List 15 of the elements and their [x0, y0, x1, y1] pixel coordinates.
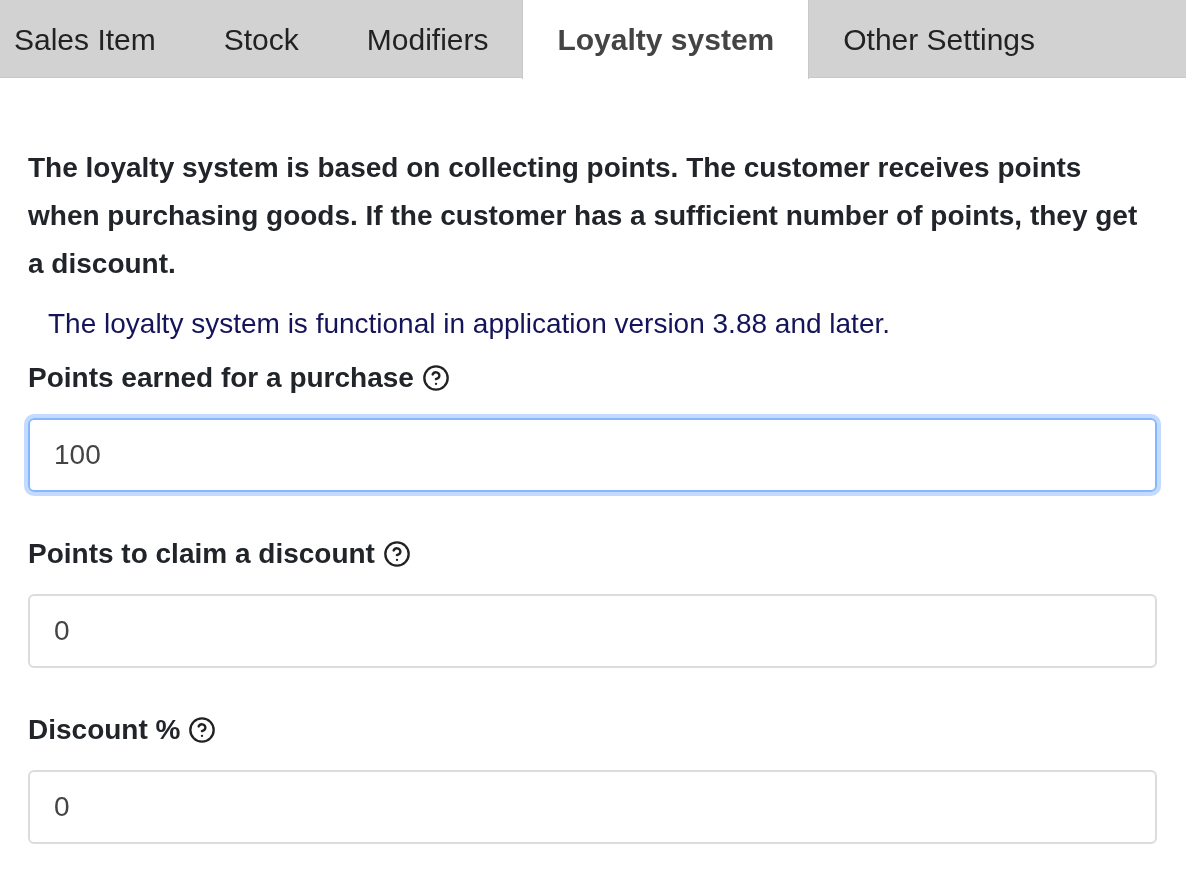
tab[interactable]: Other Settings: [809, 0, 1069, 78]
input-field[interactable]: 0: [28, 770, 1157, 844]
tab[interactable]: Loyalty system: [522, 0, 810, 79]
help-icon[interactable]: [188, 716, 217, 744]
tab[interactable]: Modifiers: [332, 0, 523, 78]
description-text: The loyalty system is based on collecting points. The customer receives points when purchasing goods. If the customer has a sufficient number of points, they get a discount.: [28, 151, 1139, 281]
tab[interactable]: Stock: [189, 0, 333, 78]
field-label: Discount %: [28, 713, 181, 747]
version-note: The loyalty system is functional in application version 3.88 and later.: [47, 307, 891, 341]
help-icon[interactable]: [421, 364, 450, 392]
field-label: Points to claim a discount: [28, 537, 375, 571]
tab[interactable]: Sales Item: [0, 0, 190, 78]
input-field[interactable]: 0: [28, 594, 1157, 668]
field-label: Points earned for a purchase: [28, 361, 414, 395]
help-icon[interactable]: [382, 540, 411, 568]
